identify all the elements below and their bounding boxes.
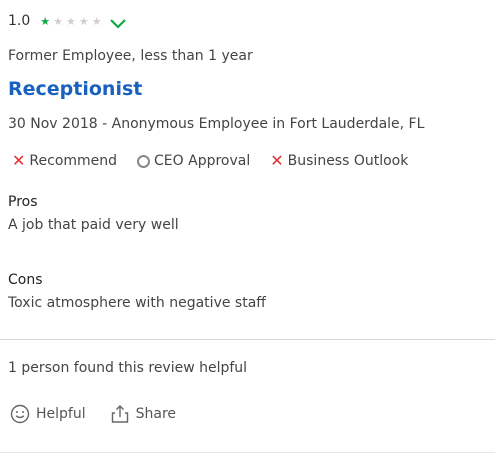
review-title[interactable]: Receptionist [8,78,142,100]
star-rating: ★ ★ ★ ★ ★ [40,15,101,28]
cons-heading: Cons [8,272,43,288]
star-icon: ★ [78,14,89,28]
divider [0,339,495,340]
x-icon: ✕ [270,151,284,170]
star-icon: ★ [53,14,64,28]
pros-text: A job that paid very well [8,217,179,233]
outlook-row: ✕ Recommend CEO Approval ✕ Business Outl… [12,151,428,170]
circle-icon [137,154,151,168]
smiley-icon [10,404,30,424]
bottom-divider [0,452,495,453]
star-icon: ★ [91,14,102,28]
helpful-label: Helpful [36,406,86,422]
pros-heading: Pros [8,194,38,210]
ceo-approval-indicator: CEO Approval [137,153,250,169]
share-icon [111,405,128,423]
cons-text: Toxic atmosphere with negative staff [8,295,266,311]
employee-status: Former Employee, less than 1 year [8,48,253,64]
business-outlook-indicator: ✕ Business Outlook [270,151,409,170]
review-actions: Helpful Share [10,404,200,424]
recommend-label: Recommend [29,153,118,169]
chevron-down-icon[interactable] [109,15,126,29]
rating-row: 1.0 ★ ★ ★ ★ ★ [8,8,126,34]
share-label: Share [135,406,177,422]
share-button[interactable]: Share [110,404,176,424]
star-icon: ★ [66,14,76,28]
star-icon: ★ [40,14,51,28]
x-icon: ✕ [12,151,26,170]
helpful-button[interactable]: Helpful [10,404,86,424]
helpful-count: 1 person found this review helpful [8,360,248,376]
business-outlook-label: Business Outlook [287,153,409,169]
review-meta: 30 Nov 2018 - Anonymous Employee in Fort… [8,116,425,132]
recommend-indicator: ✕ Recommend [12,151,118,170]
rating-value: 1.0 [8,13,31,29]
ceo-approval-label: CEO Approval [154,153,251,169]
